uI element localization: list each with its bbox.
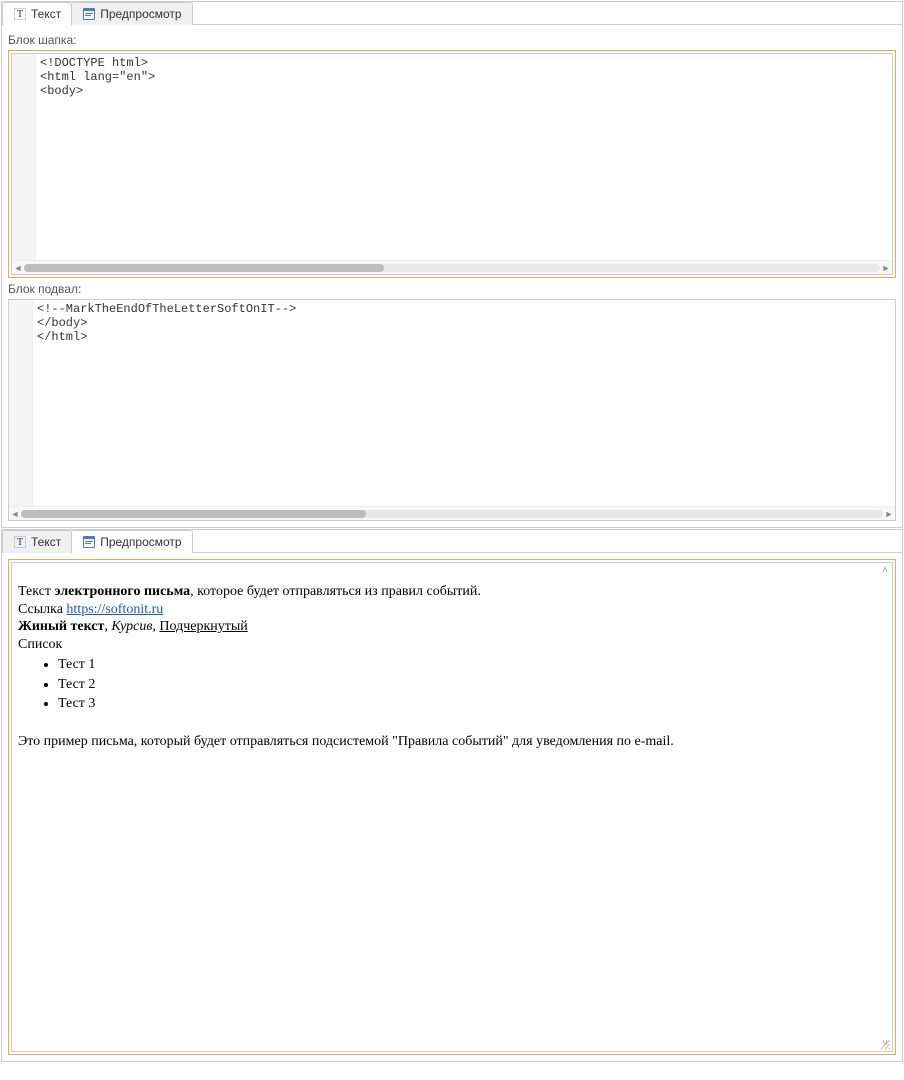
footer-code-editor[interactable]: <!--MarkTheEndOfTheLetterSoftOnIT--> </b… [8,299,896,521]
footer-hscrollbar[interactable]: ◄ ► [9,506,895,520]
top-tabs: T Текст Предпросмотр [2,2,902,25]
footer-block-label: Блок подвал: [8,282,896,296]
footer-gutter [9,300,33,506]
list-item: Тест 1 [58,655,886,675]
scroll-left-icon[interactable]: ◄ [9,509,21,519]
preview-line-1: Текст электронного письма, которое будет… [18,583,886,601]
header-block-label: Блок шапка: [8,33,896,47]
preview-paragraph: Это пример письма, который будет отправл… [18,733,886,751]
preview-frame: Текст электронного письма, которое будет… [8,559,896,1055]
tab-preview-bottom[interactable]: Предпросмотр [71,530,192,553]
preview-line-2: Ссылка https://softonit.ru [18,601,886,619]
tab-text[interactable]: T Текст [2,2,72,25]
tab-text-bottom[interactable]: T Текст [2,530,72,553]
tab-text-bottom-label: Текст [31,535,61,549]
header-scroll-thumb[interactable] [24,264,384,272]
svg-text:T: T [17,537,23,548]
preview-vscrollbar[interactable]: ˄ ˅ [878,563,892,1051]
header-code-frame: <!DOCTYPE html> <html lang="en"> <body> … [8,50,896,278]
footer-scroll-track[interactable] [21,510,883,518]
header-gutter [12,54,36,260]
bottom-tabs: T Текст Предпросмотр [2,530,902,553]
scroll-left-icon[interactable]: ◄ [12,263,24,273]
header-code-text[interactable]: <!DOCTYPE html> <html lang="en"> <body> [36,54,892,260]
tab-preview-label: Предпросмотр [100,7,181,21]
footer-scroll-thumb[interactable] [21,510,366,518]
preview-icon [82,7,96,21]
text-icon: T [13,7,27,21]
header-hscrollbar[interactable]: ◄ ► [12,260,892,274]
bottom-panel: T Текст Предпросмотр Текст электронного … [1,529,903,1062]
scroll-up-icon[interactable]: ˄ [882,565,888,576]
scroll-right-icon[interactable]: ► [880,263,892,273]
top-panel: T Текст Предпросмотр Блок шапка: <!DOCTY… [1,1,903,528]
preview-link[interactable]: https://softonit.ru [66,602,163,617]
text-icon: T [13,535,27,549]
scroll-right-icon[interactable]: ► [883,509,895,519]
bottom-tab-body: Текст электронного письма, которое будет… [2,552,902,1061]
svg-text:T: T [17,9,23,20]
preview-line-4: Список [18,636,886,654]
preview-content: Текст электронного письма, которое будет… [12,563,892,757]
tab-preview-bottom-label: Предпросмотр [100,535,181,549]
tab-text-label: Текст [31,7,61,21]
list-item: Тест 2 [58,675,886,695]
tab-preview[interactable]: Предпросмотр [71,2,192,25]
header-scroll-track[interactable] [24,264,880,272]
list-item: Тест 3 [58,694,886,714]
preview-line-3: Жиный текст, Курсив, Подчеркнутый [18,618,886,636]
preview-list: Тест 1 Тест 2 Тест 3 [58,655,886,714]
header-code-editor[interactable]: <!DOCTYPE html> <html lang="en"> <body> … [11,53,893,275]
resize-grip-icon[interactable] [879,1038,891,1050]
top-tab-body: Блок шапка: <!DOCTYPE html> <html lang="… [2,24,902,527]
preview-icon [82,535,96,549]
preview-viewport: Текст электронного письма, которое будет… [11,562,893,1052]
footer-code-text[interactable]: <!--MarkTheEndOfTheLetterSoftOnIT--> </b… [33,300,895,506]
